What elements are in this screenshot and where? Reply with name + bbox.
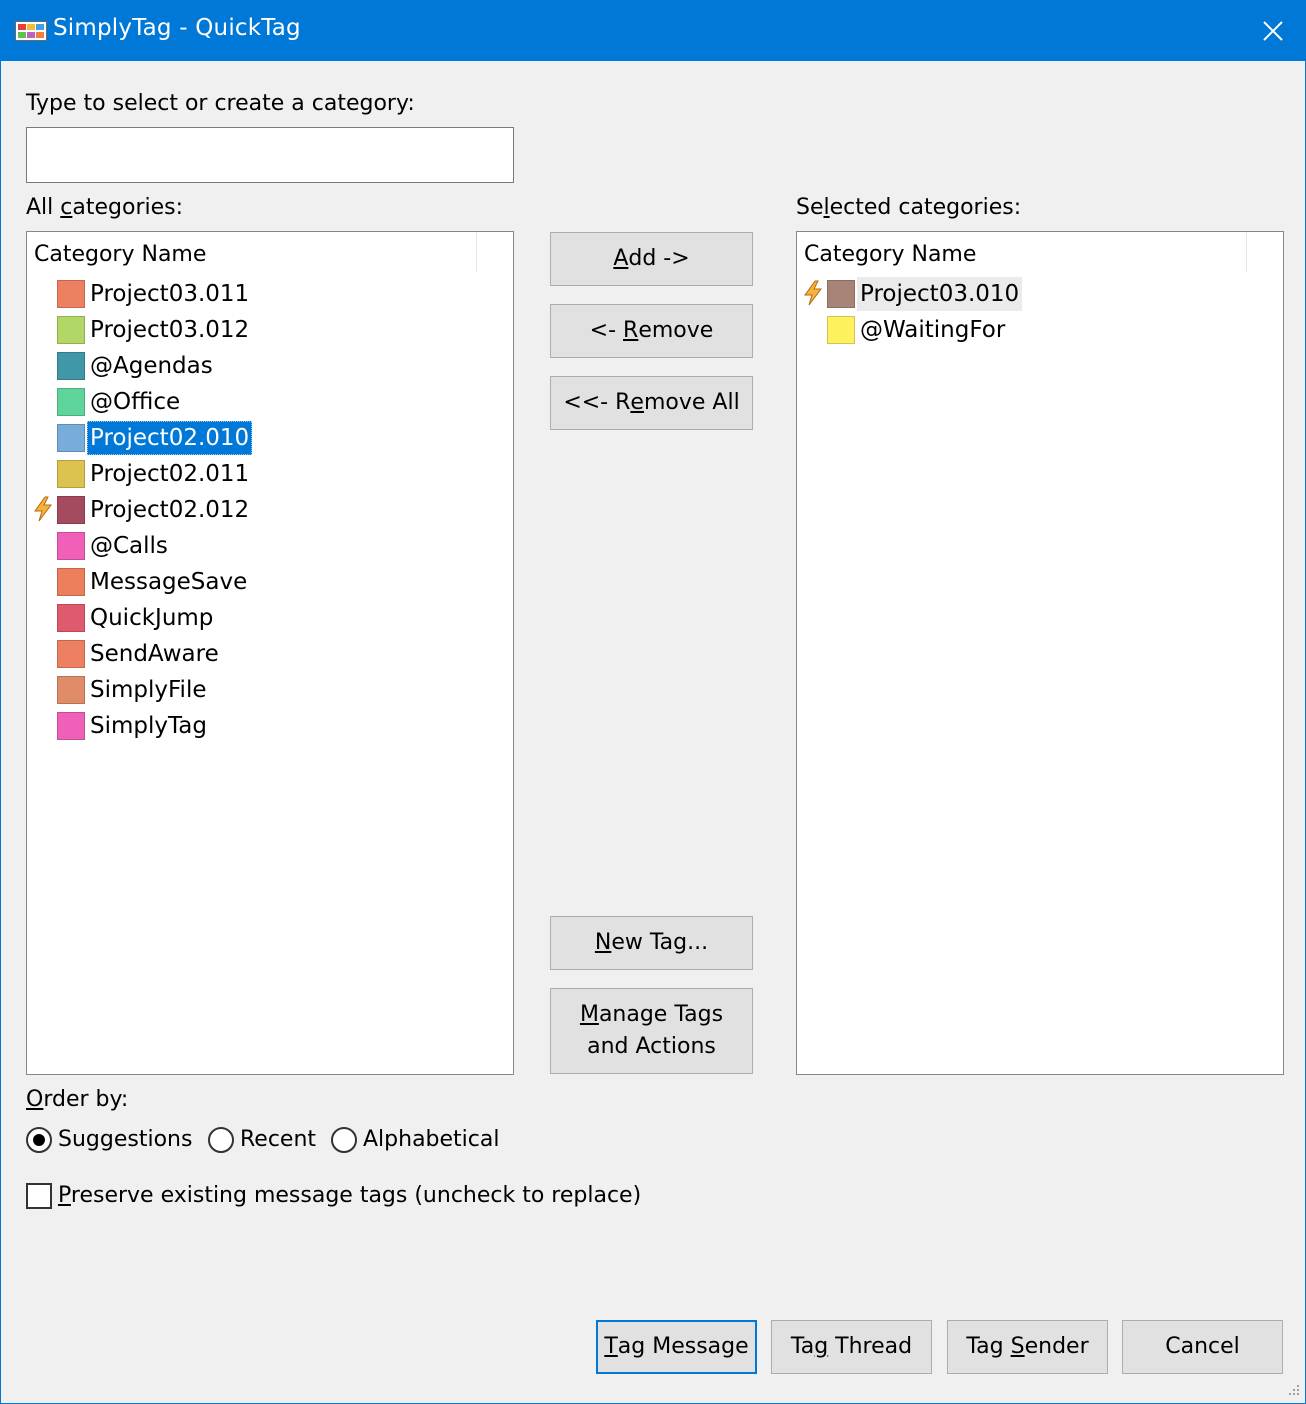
- category-name: @WaitingFor: [860, 317, 1006, 343]
- column-header-category-name[interactable]: Category Name: [797, 232, 1247, 272]
- category-color-swatch: [57, 496, 85, 524]
- column-divider[interactable]: [1246, 232, 1247, 272]
- category-name: SimplyFile: [90, 677, 207, 703]
- category-name: SimplyTag: [90, 713, 207, 739]
- category-color-swatch: [57, 568, 85, 596]
- category-row[interactable]: Project02.010: [27, 420, 513, 456]
- search-label: Type to select or create a category:: [26, 91, 415, 116]
- manage-tags-button[interactable]: Manage Tags and Actions: [550, 988, 753, 1074]
- remove-all-button[interactable]: <<- Re move All: [550, 376, 753, 430]
- category-color-swatch: [57, 352, 85, 380]
- close-icon: [1263, 21, 1283, 41]
- tag-message-button[interactable]: Tag Message: [596, 1320, 757, 1374]
- category-row[interactable]: Project03.012: [27, 312, 513, 348]
- alphabetical-radio-label[interactable]: Alphabetical: [363, 1127, 499, 1152]
- category-search-input[interactable]: [26, 127, 514, 183]
- category-name: @Office: [90, 389, 181, 415]
- suggestions-radio-label[interactable]: Suggestions: [58, 1127, 192, 1152]
- recent-radio-label[interactable]: Recent: [240, 1127, 316, 1152]
- selected-categories-list[interactable]: Category Name Project03.010 @WaitingFor: [796, 231, 1284, 1075]
- category-name: @Agendas: [90, 353, 213, 379]
- category-row[interactable]: @Office: [27, 384, 513, 420]
- category-row[interactable]: SimplyTag: [27, 708, 513, 744]
- category-name: Project02.012: [90, 497, 250, 523]
- category-name: SendAware: [90, 641, 219, 667]
- category-name: Project03.010: [857, 277, 1023, 311]
- alphabetical-radio[interactable]: [331, 1127, 357, 1153]
- window-title: SimplyTag - QuickTag: [53, 15, 301, 41]
- preserve-tags-checkbox[interactable]: [26, 1183, 52, 1209]
- category-color-swatch: [57, 604, 85, 632]
- preserve-tags-label[interactable]: Preserve existing message tags (uncheck …: [58, 1183, 641, 1208]
- category-color-swatch: [57, 280, 85, 308]
- category-name: @Calls: [90, 533, 168, 559]
- app-icon: [15, 21, 47, 41]
- category-row[interactable]: Project02.012: [27, 492, 513, 528]
- category-row[interactable]: @WaitingFor: [797, 312, 1283, 348]
- category-color-swatch: [57, 424, 85, 452]
- new-tag-button[interactable]: New Tag...: [550, 916, 753, 970]
- add-button[interactable]: Add ->: [550, 232, 753, 286]
- category-color-swatch: [827, 280, 855, 308]
- lightning-icon: [804, 280, 822, 306]
- category-row[interactable]: QuickJump: [27, 600, 513, 636]
- tag-sender-button[interactable]: Tag Sender: [947, 1320, 1108, 1374]
- cancel-button[interactable]: Cancel: [1122, 1320, 1283, 1374]
- tag-thread-button[interactable]: Ta g Thread: [771, 1320, 932, 1374]
- category-row[interactable]: MessageSave: [27, 564, 513, 600]
- column-header-category-name[interactable]: Category Name: [27, 232, 477, 272]
- category-row[interactable]: SendAware: [27, 636, 513, 672]
- remove-button[interactable]: <- Remove: [550, 304, 753, 358]
- all-categories-label: All categories:: [26, 195, 184, 220]
- category-color-swatch: [57, 712, 85, 740]
- category-row[interactable]: Project02.011: [27, 456, 513, 492]
- suggestions-radio[interactable]: [26, 1127, 52, 1153]
- selected-categories-label: Selected categories:: [796, 195, 1022, 220]
- category-color-swatch: [827, 316, 855, 344]
- category-name: QuickJump: [90, 605, 214, 631]
- category-name: MessageSave: [90, 569, 248, 595]
- close-button[interactable]: [1241, 1, 1305, 61]
- category-row[interactable]: @Agendas: [27, 348, 513, 384]
- category-name: Project02.010: [87, 421, 253, 455]
- category-color-swatch: [57, 676, 85, 704]
- category-row[interactable]: @Calls: [27, 528, 513, 564]
- category-color-swatch: [57, 316, 85, 344]
- all-categories-list[interactable]: Category Name Project03.011 Project03.012…: [26, 231, 514, 1075]
- category-name: Project03.012: [90, 317, 250, 343]
- category-name: Project02.011: [90, 461, 250, 487]
- category-row[interactable]: Project03.010: [797, 276, 1283, 312]
- resize-grip-icon[interactable]: [1285, 1383, 1301, 1399]
- category-color-swatch: [57, 532, 85, 560]
- category-name: Project03.011: [90, 281, 250, 307]
- column-divider[interactable]: [476, 232, 477, 272]
- lightning-icon: [34, 496, 52, 522]
- quicktag-dialog: SimplyTag - QuickTag Type to select or c…: [0, 0, 1306, 1404]
- category-color-swatch: [57, 460, 85, 488]
- category-color-swatch: [57, 640, 85, 668]
- category-row[interactable]: Project03.011: [27, 276, 513, 312]
- category-color-swatch: [57, 388, 85, 416]
- category-row[interactable]: SimplyFile: [27, 672, 513, 708]
- title-bar[interactable]: SimplyTag - QuickTag: [1, 1, 1305, 61]
- order-by-label: Order by:: [26, 1087, 129, 1112]
- recent-radio[interactable]: [208, 1127, 234, 1153]
